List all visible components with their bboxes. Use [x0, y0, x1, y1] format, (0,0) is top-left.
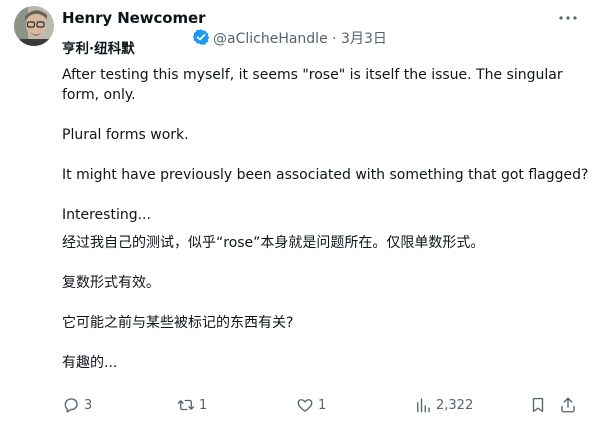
tweet-paragraph: 复数形式有效。: [62, 275, 160, 291]
bookmark-button[interactable]: [529, 394, 547, 416]
views-button[interactable]: 2,322: [414, 394, 473, 416]
tweet-paragraph: 有趣的...: [62, 355, 118, 371]
tweet-paragraph: 经过我自己的测试，似乎“rose”本身就是问题所在。仅限单数形式。: [62, 235, 485, 251]
more-icon[interactable]: [557, 11, 579, 25]
views-icon: [417, 398, 430, 413]
tweet-paragraph: After testing this myself, it seems "ros…: [62, 67, 563, 83]
tweet-paragraph: Interesting...: [62, 207, 151, 223]
avatar-image: [14, 6, 54, 46]
heart-icon: [297, 399, 313, 412]
retweet-count: 1: [199, 397, 208, 413]
author-handle[interactable]: @aClicheHandle: [213, 31, 328, 47]
tweet-paragraph: 它可能之前与某些被标记的东西有关?: [62, 315, 294, 331]
like-count: 1: [318, 397, 327, 413]
tweet-paragraph: It might have previously been associated…: [62, 167, 589, 183]
like-button[interactable]: 1: [296, 394, 326, 416]
tweet-header: Henry Newcomer 亨利·纽科默 @aClicheHandle · 3…: [62, 9, 583, 57]
bookmark-icon: [532, 397, 544, 413]
tweet-actions: 3 1 1 2,322: [62, 394, 579, 416]
share-icon: [561, 397, 575, 413]
author-name[interactable]: Henry Newcomer: [62, 9, 205, 27]
verified-badge-icon: [192, 29, 210, 45]
reply-count: 3: [84, 397, 93, 413]
author-handle-date: @aClicheHandle · 3月3日: [213, 28, 387, 48]
tweet-paragraph: form, only.: [62, 87, 136, 103]
tweet-date[interactable]: 3月3日: [341, 31, 387, 47]
retweet-button[interactable]: 1: [177, 394, 207, 416]
retweet-icon: [177, 399, 195, 411]
reply-button[interactable]: 3: [62, 394, 92, 416]
author-name-translated: 亨利·纽科默: [62, 41, 135, 57]
tweet-paragraph: Plural forms work.: [62, 127, 189, 143]
share-button[interactable]: [559, 394, 577, 416]
separator-dot: ·: [332, 31, 342, 47]
avatar[interactable]: [14, 6, 54, 46]
reply-icon: [64, 398, 78, 413]
views-count: 2,322: [436, 397, 474, 413]
